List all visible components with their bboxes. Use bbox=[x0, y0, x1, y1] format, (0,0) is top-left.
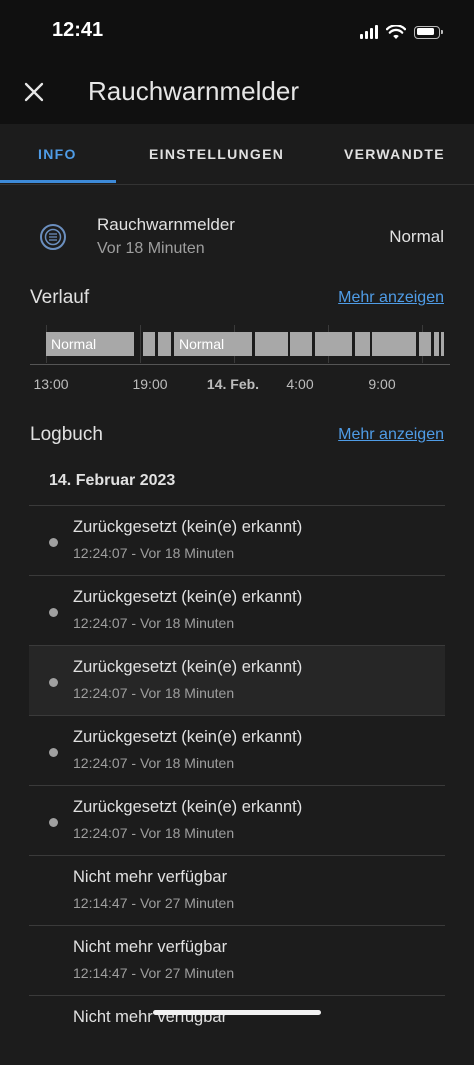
timeline-segment[interactable] bbox=[143, 332, 155, 356]
logbook-entry[interactable]: Zurückgesetzt (kein(e) erkannt) 12:24:07… bbox=[29, 505, 445, 575]
close-icon bbox=[24, 82, 44, 102]
timeline-segment[interactable] bbox=[255, 332, 288, 356]
entry-title: Zurückgesetzt (kein(e) erkannt) bbox=[73, 728, 303, 746]
active-tab-indicator bbox=[0, 180, 116, 183]
wifi-icon bbox=[386, 24, 406, 39]
timeline-state-label: Normal bbox=[179, 336, 225, 352]
status-icons bbox=[360, 22, 443, 42]
entry-time: 12:24:07 - Vor 18 Minuten bbox=[73, 685, 235, 701]
logbook-entry[interactable]: Nicht mehr verfügbar 12:14:47 - Vor 27 M… bbox=[29, 855, 445, 925]
logbook-entry[interactable]: Nicht mehr verfügbar bbox=[29, 995, 445, 1065]
timeline-axis bbox=[30, 364, 450, 365]
timeline-segment[interactable] bbox=[290, 332, 312, 356]
smoke-detector-icon bbox=[40, 224, 66, 250]
timeline-segment[interactable] bbox=[441, 332, 444, 356]
history-timeline[interactable]: Normal Normal 13:00 19:00 14. Feb. 4:00 … bbox=[30, 325, 450, 400]
close-button[interactable] bbox=[20, 78, 48, 106]
logbook-entry[interactable]: Zurückgesetzt (kein(e) erkannt) 12:24:07… bbox=[29, 715, 445, 785]
entity-row[interactable]: Rauchwarnmelder Vor 18 Minuten Normal bbox=[0, 205, 474, 267]
entry-time: 12:14:47 - Vor 27 Minuten bbox=[73, 895, 235, 911]
tab-info[interactable]: INFO bbox=[38, 124, 77, 184]
entry-title: Zurückgesetzt (kein(e) erkannt) bbox=[73, 518, 303, 536]
entry-title: Zurückgesetzt (kein(e) erkannt) bbox=[73, 658, 303, 676]
timeline-segment[interactable] bbox=[355, 332, 370, 356]
entry-time: 12:24:07 - Vor 18 Minuten bbox=[73, 755, 235, 771]
logbook-date: 14. Februar 2023 bbox=[49, 472, 176, 489]
timeline-gridline bbox=[140, 325, 141, 363]
timeline-segment[interactable] bbox=[315, 332, 352, 356]
logbook-entry[interactable]: Nicht mehr verfügbar 12:14:47 - Vor 27 M… bbox=[29, 925, 445, 995]
tab-verwandte[interactable]: VERWANDTE bbox=[344, 124, 445, 184]
timeline-state-label: Normal bbox=[51, 336, 97, 352]
entry-time: 12:24:07 - Vor 18 Minuten bbox=[73, 615, 235, 631]
entry-dot-icon bbox=[49, 748, 58, 757]
timeline-segment[interactable] bbox=[372, 332, 416, 356]
logbook-entry[interactable]: Zurückgesetzt (kein(e) erkannt) 12:24:07… bbox=[29, 785, 445, 855]
history-more-link[interactable]: Mehr anzeigen bbox=[338, 289, 444, 307]
timeline-tick-label: 13:00 bbox=[33, 376, 69, 392]
entry-title: Nicht mehr verfügbar bbox=[73, 868, 228, 886]
entry-dot-icon bbox=[49, 608, 58, 617]
logbook-entry[interactable]: Zurückgesetzt (kein(e) erkannt) 12:24:07… bbox=[29, 575, 445, 645]
timeline-segment[interactable] bbox=[158, 332, 171, 356]
history-title: Verlauf bbox=[30, 287, 90, 308]
timeline-tick-label: 9:00 bbox=[368, 376, 396, 392]
timeline-tick-label: 19:00 bbox=[132, 376, 168, 392]
entry-dot-icon bbox=[49, 678, 58, 687]
dialog-title: Rauchwarnmelder bbox=[88, 76, 299, 106]
battery-icon bbox=[414, 25, 443, 39]
logbook-more-link[interactable]: Mehr anzeigen bbox=[338, 426, 444, 444]
logbook-entry[interactable]: Zurückgesetzt (kein(e) erkannt) 12:24:07… bbox=[29, 645, 445, 715]
entry-title: Zurückgesetzt (kein(e) erkannt) bbox=[73, 798, 303, 816]
cellular-signal-icon bbox=[360, 25, 378, 39]
tab-einstellungen[interactable]: EINSTELLUNGEN bbox=[149, 124, 284, 184]
status-bar: 12:41 bbox=[0, 0, 474, 62]
entity-last-changed: Vor 18 Minuten bbox=[97, 240, 205, 257]
home-indicator[interactable] bbox=[153, 1010, 321, 1015]
entity-state: Normal bbox=[389, 227, 444, 246]
timeline-segment[interactable] bbox=[419, 332, 431, 356]
tab-bar: INFO EINSTELLUNGEN VERWANDTE bbox=[0, 124, 474, 185]
timeline-tick-label: 14. Feb. bbox=[206, 376, 260, 392]
timeline-segment[interactable] bbox=[434, 332, 439, 356]
entry-time: 12:24:07 - Vor 18 Minuten bbox=[73, 545, 235, 561]
logbook-list: Zurückgesetzt (kein(e) erkannt) 12:24:07… bbox=[29, 505, 445, 1065]
timeline-tick-label: 4:00 bbox=[286, 376, 314, 392]
entry-dot-icon bbox=[49, 818, 58, 827]
entity-name: Rauchwarnmelder bbox=[97, 215, 235, 234]
entry-title: Nicht mehr verfügbar bbox=[73, 938, 228, 956]
logbook-title: Logbuch bbox=[30, 424, 103, 445]
entry-title: Zurückgesetzt (kein(e) erkannt) bbox=[73, 588, 303, 606]
entry-time: 12:14:47 - Vor 27 Minuten bbox=[73, 965, 235, 981]
entry-dot-icon bbox=[49, 538, 58, 547]
entry-time: 12:24:07 - Vor 18 Minuten bbox=[73, 825, 235, 841]
app-bar: Rauchwarnmelder bbox=[0, 62, 474, 124]
status-time: 12:41 bbox=[52, 19, 104, 41]
